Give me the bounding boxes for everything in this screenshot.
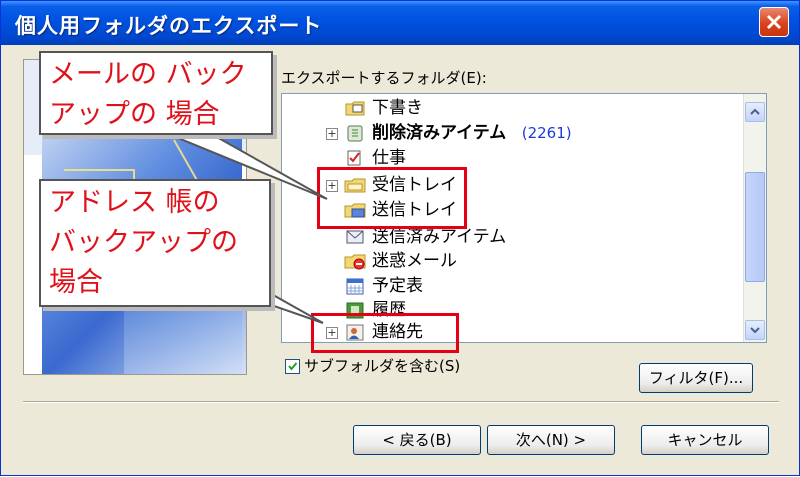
callout-line: アップの 場合 [49, 99, 220, 130]
mail-backup-callout: メールの バック アップの 場合 [39, 51, 273, 135]
callout-line: バックアップの [49, 227, 238, 258]
callout-line: メールの バック [49, 59, 247, 90]
address-book-backup-callout: アドレス 帳の バックアップの 場合 [39, 179, 271, 307]
callout-line: アドレス 帳の [49, 187, 220, 218]
callout-line: 場合 [49, 267, 103, 298]
export-dialog: 個人用フォルダのエクスポート エクスポートするフォルダ(E): 下書き + 削除… [0, 0, 800, 476]
